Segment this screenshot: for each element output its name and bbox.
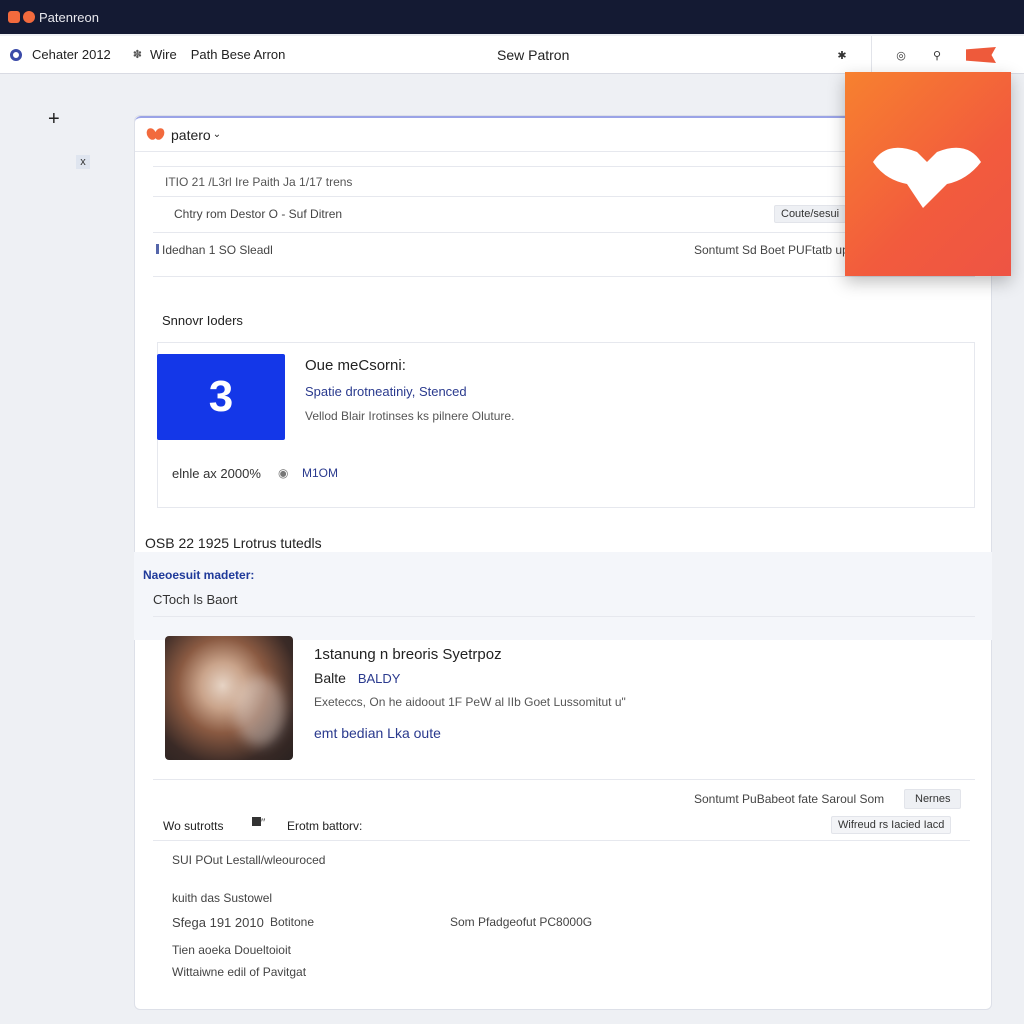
brightness-icon[interactable]: ✱ xyxy=(835,48,849,62)
count-button[interactable]: Coute/sesui xyxy=(774,205,847,223)
footer-label: Wo sutrotts xyxy=(163,819,224,833)
section-band xyxy=(134,552,992,640)
paw-icon[interactable]: ✽ xyxy=(133,48,142,61)
panel-header: patero ⌄ xyxy=(135,116,845,152)
footer-line: Wittaiwne edil of Pavitgat xyxy=(172,965,307,979)
toolbar-item-path[interactable]: Path Bese Arron xyxy=(191,47,286,62)
status-row: Idedhan 1 SO Sleadl xyxy=(156,243,273,257)
divider xyxy=(153,196,845,197)
flag-icon[interactable] xyxy=(966,47,996,63)
dot-icon: ◉ xyxy=(278,466,289,480)
toolbar-divider xyxy=(871,36,872,74)
footer-link-button[interactable]: Wifreud rs Iacied Iacd xyxy=(831,816,952,834)
search-icon[interactable]: ⚲ xyxy=(930,48,944,62)
feature-meta: elnle ax 2000% xyxy=(172,466,261,481)
app-icon xyxy=(8,11,20,23)
brand-dropdown[interactable]: patero xyxy=(171,127,211,143)
footer-line: Sfega 191 2010 xyxy=(172,915,264,930)
post-badge-prefix: Balte xyxy=(314,670,346,686)
footer-line: Botitone xyxy=(270,915,315,929)
divider xyxy=(153,616,975,617)
window-titlebar: Patenreon xyxy=(0,0,1024,34)
names-button[interactable]: Nernes xyxy=(904,789,962,809)
info-row: ITIO 21 /L3rl Ire Paith Ja 1/17 trens xyxy=(165,175,353,189)
toolbar-item-date[interactable]: Cehater 2012 xyxy=(32,47,111,62)
post-excerpt: Exeteccs, On he aidoout 1F PeW al IIb Go… xyxy=(314,695,626,709)
target-icon[interactable]: ◎ xyxy=(894,48,908,62)
footer-bottom-label: Erotm battorv: xyxy=(287,819,363,833)
feature-subtitle[interactable]: Spatie drotneatiniy, Stenced xyxy=(305,384,467,399)
number-tile: 3 xyxy=(157,354,285,440)
divider xyxy=(153,166,845,167)
patreon-brand-card xyxy=(845,72,1011,276)
toolbar-item-wire[interactable]: Wire xyxy=(150,47,177,62)
divider xyxy=(153,276,975,277)
chevron-down-icon[interactable]: ⌄ xyxy=(213,129,221,140)
section-caption: CToch ls Baort xyxy=(153,592,238,607)
square-icon: ′′ xyxy=(252,817,265,829)
circle-icon[interactable] xyxy=(10,48,22,61)
patreon-logo-icon xyxy=(147,128,165,142)
section-heading: OSB 22 1925 Lrotrus tutedls xyxy=(145,535,322,551)
post-badge: BALDY xyxy=(357,671,401,686)
footer-line: Som Pfadgeofut PC8000G xyxy=(450,915,593,929)
feature-title: Oue meCsorni: xyxy=(305,357,406,374)
divider xyxy=(153,779,975,780)
patreon-heart-icon xyxy=(873,147,981,208)
footer-line: Tien aoeka Doueltoioit xyxy=(172,943,291,957)
footer-line: SUI POut Lestall/wleouroced xyxy=(172,853,326,867)
marker-icon xyxy=(156,244,159,254)
section-label: Snnovr Ioders xyxy=(162,313,243,328)
post-badge-row: Balte BALDY xyxy=(314,670,400,686)
patreon-icon xyxy=(23,11,35,23)
description-row: Chtry rom Destor O - Suf Ditren xyxy=(174,207,343,221)
close-icon[interactable]: x xyxy=(76,155,90,169)
feature-description: Vellod Blair Irotinses ks pilnere Olutur… xyxy=(305,409,515,423)
post-title[interactable]: 1stanung n breoris Syetrpoz xyxy=(314,646,502,663)
toolbar-title: Sew Patron xyxy=(497,47,570,63)
footer-summary: Sontumt PuBabeot fate Saroul Som xyxy=(694,792,885,806)
window-title: Patenreon xyxy=(39,9,99,25)
top-toolbar: Cehater 2012 ✽ Wire Path Bese Arron Sew … xyxy=(0,36,1024,74)
feature-meta-value: M1OM xyxy=(302,466,338,480)
status-right: Sontumt Sd Boet PUFtatb up xyxy=(694,243,849,257)
footer-line: kuith das Sustowel xyxy=(172,891,273,905)
post-thumbnail[interactable] xyxy=(165,636,293,760)
post-link[interactable]: emt bedian Lka oute xyxy=(314,725,441,741)
add-icon[interactable]: + xyxy=(48,108,60,131)
divider xyxy=(153,840,970,841)
status-left: Idedhan 1 SO Sleadl xyxy=(162,243,273,257)
section-subheading: Naeoesuit madeter: xyxy=(143,568,255,582)
